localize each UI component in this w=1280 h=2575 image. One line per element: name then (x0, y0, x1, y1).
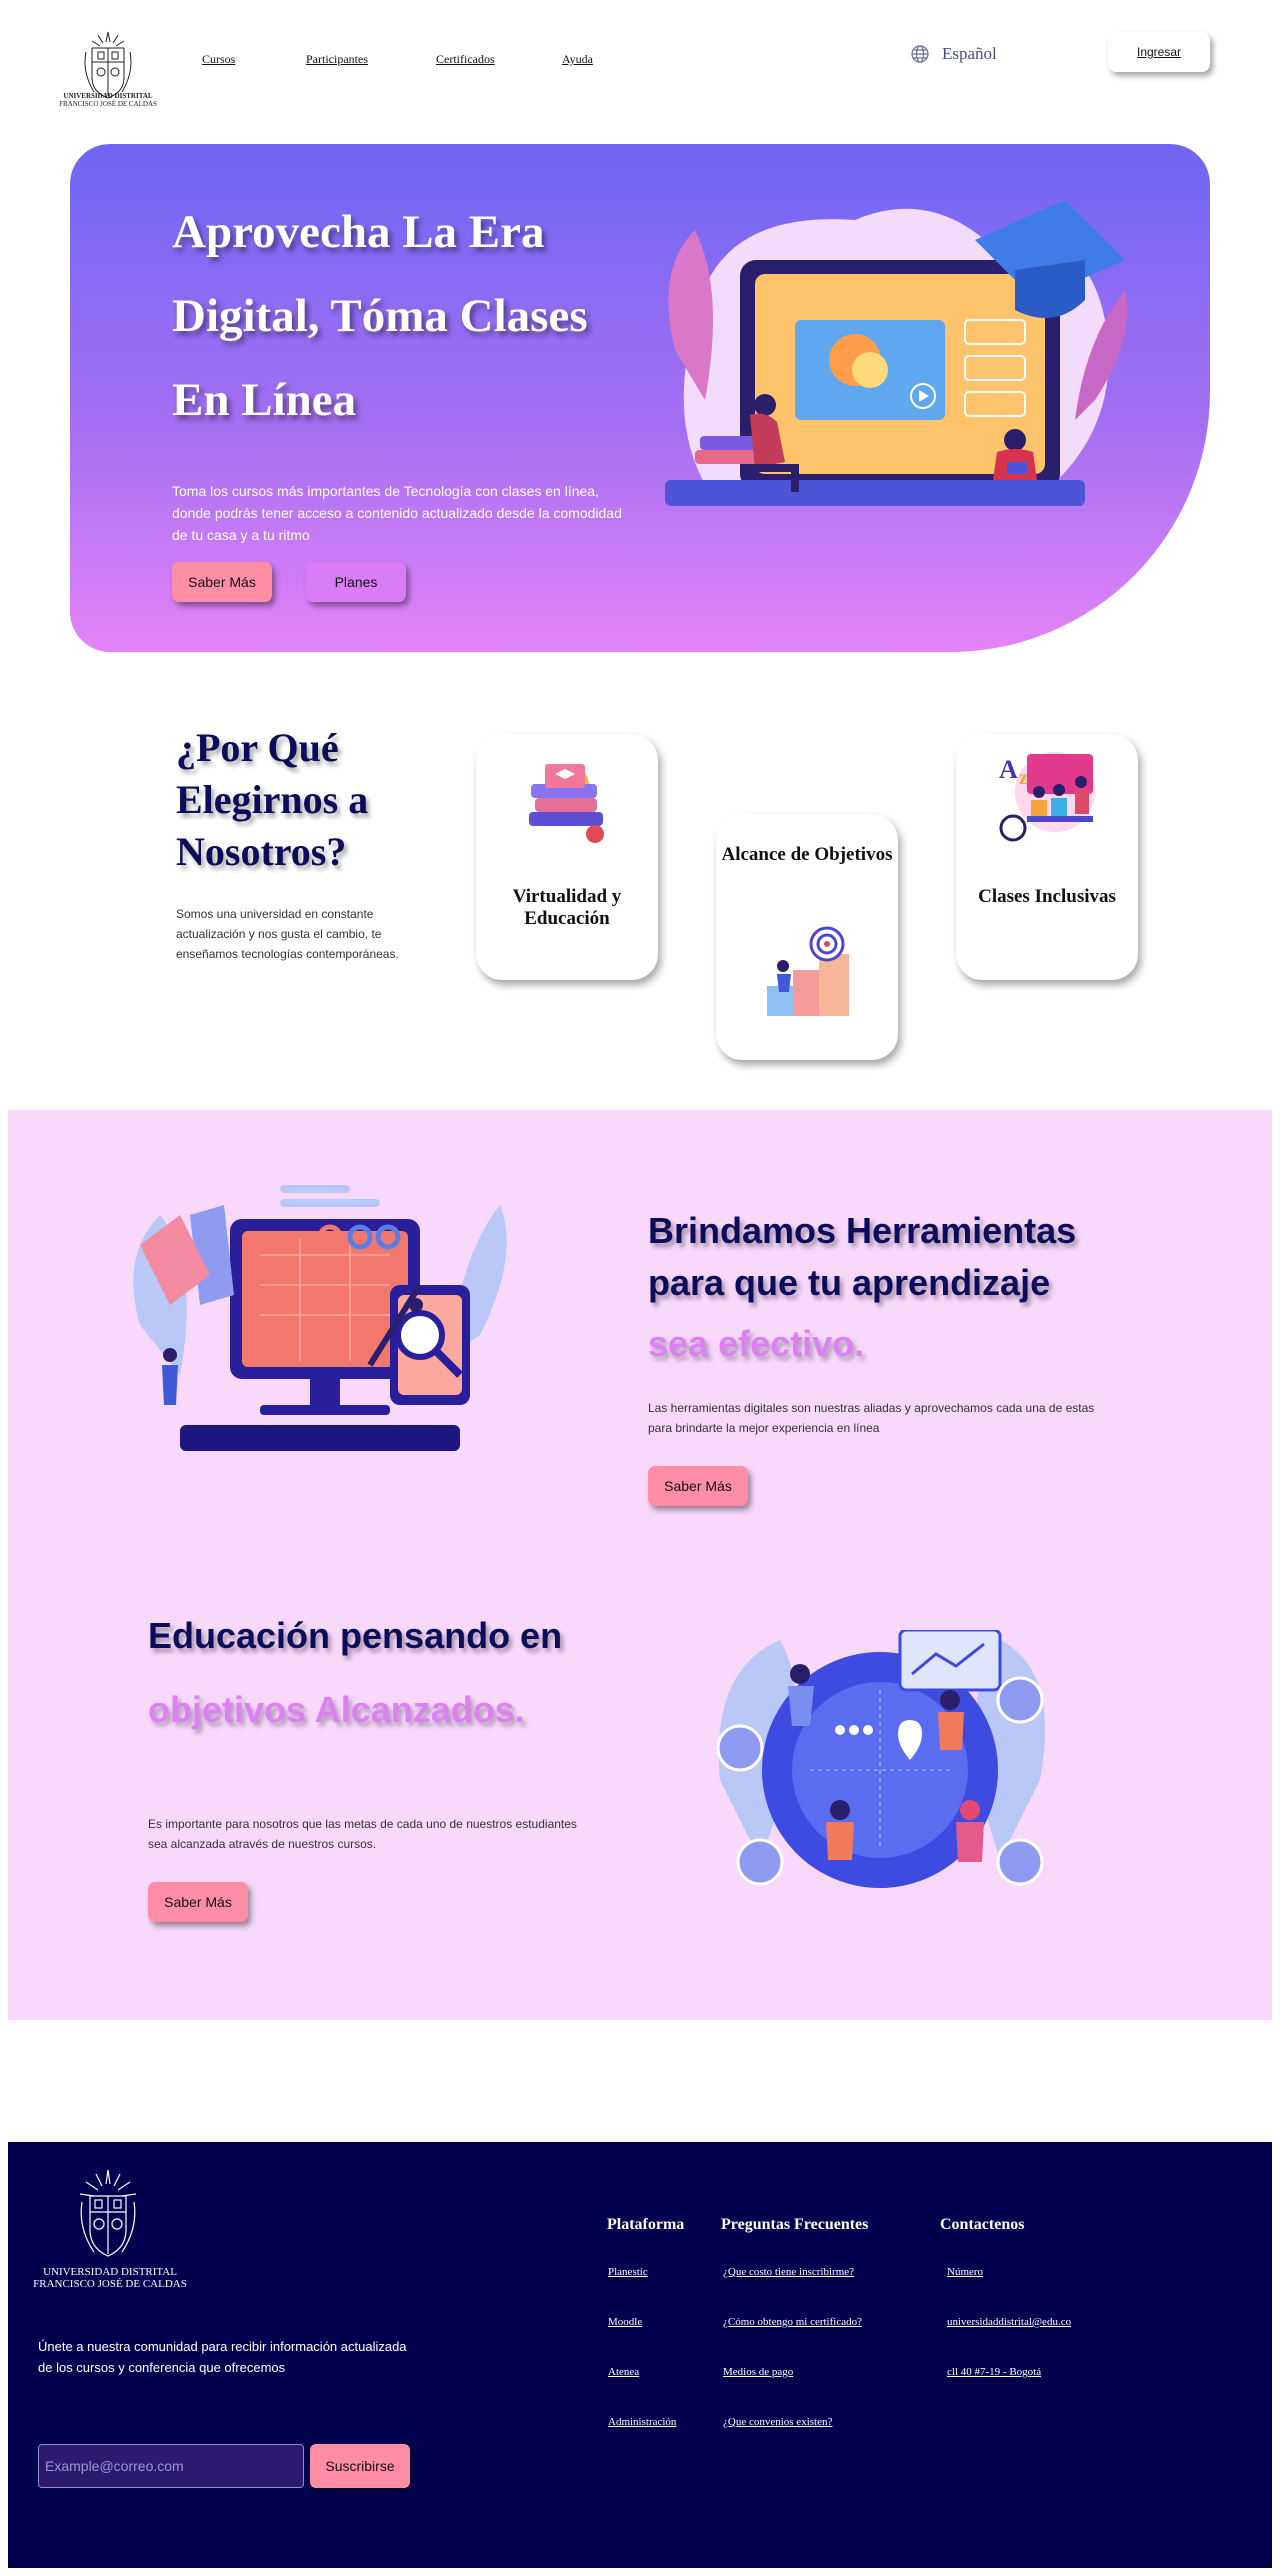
why-us-title: ¿Por Qué Elegirnos a Nosotros? (176, 725, 369, 874)
footer-link-email[interactable]: universidaddistrital@edu.co (947, 2316, 1071, 2328)
footer-link-cost[interactable]: ¿Que costo tiene inscribirme? (723, 2266, 854, 2278)
tools-accent: sea efectivo. (648, 1323, 865, 1364)
footer-link-administracion[interactable]: Administración (608, 2416, 676, 2428)
footer-link-moodle[interactable]: Moodle (608, 2316, 642, 2328)
language-selector[interactable]: Español (910, 44, 997, 64)
footer-link-agreements[interactable]: ¿Que convenios existen? (723, 2416, 832, 2428)
footer-link-payment[interactable]: Medios de pago (723, 2366, 793, 2378)
goals-title: Educación pensando en (148, 1615, 563, 1656)
goals-accent: objetivos Alcanzados. (148, 1689, 525, 1730)
footer-logo-caption: UNIVERSIDAD DISTRITAL FRANCISCO JOSÉ DE … (30, 2266, 190, 2290)
nav-cursos[interactable]: Cursos (202, 52, 235, 67)
footer-link-phone[interactable]: Número (947, 2266, 983, 2278)
footer-column-title-faq: Preguntas Frecuentes (721, 2216, 869, 2233)
card-inclusive-classes[interactable]: A z Clases Inclusivas (956, 734, 1138, 980)
newsletter-email-input[interactable] (38, 2444, 304, 2488)
footer-column-title-platform: Plataforma (607, 2216, 685, 2233)
nav-certificados[interactable]: Certificados (436, 52, 495, 67)
newsletter-description: Únete a nuestra comunidad para recibir i… (38, 2339, 407, 2375)
footer-logo-caption-line-1: UNIVERSIDAD DISTRITAL (43, 2266, 177, 2278)
globe-icon (911, 45, 929, 63)
card-virtual-education[interactable]: Virtualidad y Educación (476, 734, 658, 980)
digital-tools-illustration (133, 1185, 507, 1451)
footer-link-certificate[interactable]: ¿Cómo obtengo mi certificado? (723, 2316, 862, 2328)
global-education-illustration (716, 1630, 1045, 1888)
svg-text:A: A (999, 755, 1018, 784)
hero-learn-more-button[interactable]: Saber Más (172, 562, 272, 602)
logo-caption: UNIVERSIDAD DISTRITAL FRANCISCO JOSÉ DE … (58, 92, 158, 108)
footer-column-title-contact: Contactenos (940, 2216, 1025, 2233)
tools-title: Brindamos Herramientas para que tu apren… (648, 1210, 1077, 1303)
card-goal-achievement[interactable]: Alcance de Objetivos (716, 814, 898, 1060)
card-label-virtual-education: Virtualidad y Educación (512, 886, 622, 929)
logo-caption-line-1: UNIVERSIDAD DISTRITAL (63, 92, 153, 100)
card-label-inclusive-classes: Clases Inclusivas (978, 886, 1116, 907)
inclusive-classroom-icon: A z (999, 752, 1095, 842)
tools-description: Las herramientas digitales son nuestras … (648, 1401, 1095, 1435)
hero-plans-button[interactable]: Planes (306, 562, 406, 602)
target-goal-icon (767, 926, 849, 1016)
card-label-goal-achievement: Alcance de Objetivos (721, 844, 893, 865)
hero-title: Aprovecha La Era Digital, Tóma Clases En… (172, 206, 588, 426)
hero-description: Toma los cursos más importantes de Tecno… (172, 483, 622, 543)
svg-text:z: z (1019, 767, 1028, 789)
goals-learn-more-button[interactable]: Saber Más (148, 1882, 248, 1922)
nav-participantes[interactable]: Participantes (306, 52, 368, 67)
login-button[interactable]: Ingresar (1108, 32, 1210, 72)
footer-link-address[interactable]: cll 40 #7-19 - Bogotá (947, 2366, 1041, 2378)
footer-link-planestic[interactable]: Planestic (608, 2266, 648, 2278)
tools-learn-more-button[interactable]: Saber Más (648, 1466, 748, 1506)
footer-logo-caption-line-2: FRANCISCO JOSÉ DE CALDAS (33, 2278, 187, 2290)
online-class-illustration (665, 200, 1127, 506)
subscribe-button[interactable]: Suscribirse (310, 2444, 410, 2488)
language-label: Español (942, 44, 997, 63)
goals-description: Es importante para nosotros que las meta… (148, 1817, 577, 1851)
footer-link-atenea[interactable]: Atenea (608, 2366, 639, 2378)
logo-caption-line-2: FRANCISCO JOSÉ DE CALDAS (59, 100, 157, 108)
why-us-description: Somos una universidad en constante actua… (176, 907, 399, 961)
books-graduation-icon (529, 764, 604, 843)
footer-crest-logo[interactable] (72, 2168, 144, 2264)
nav-ayuda[interactable]: Ayuda (562, 52, 593, 67)
